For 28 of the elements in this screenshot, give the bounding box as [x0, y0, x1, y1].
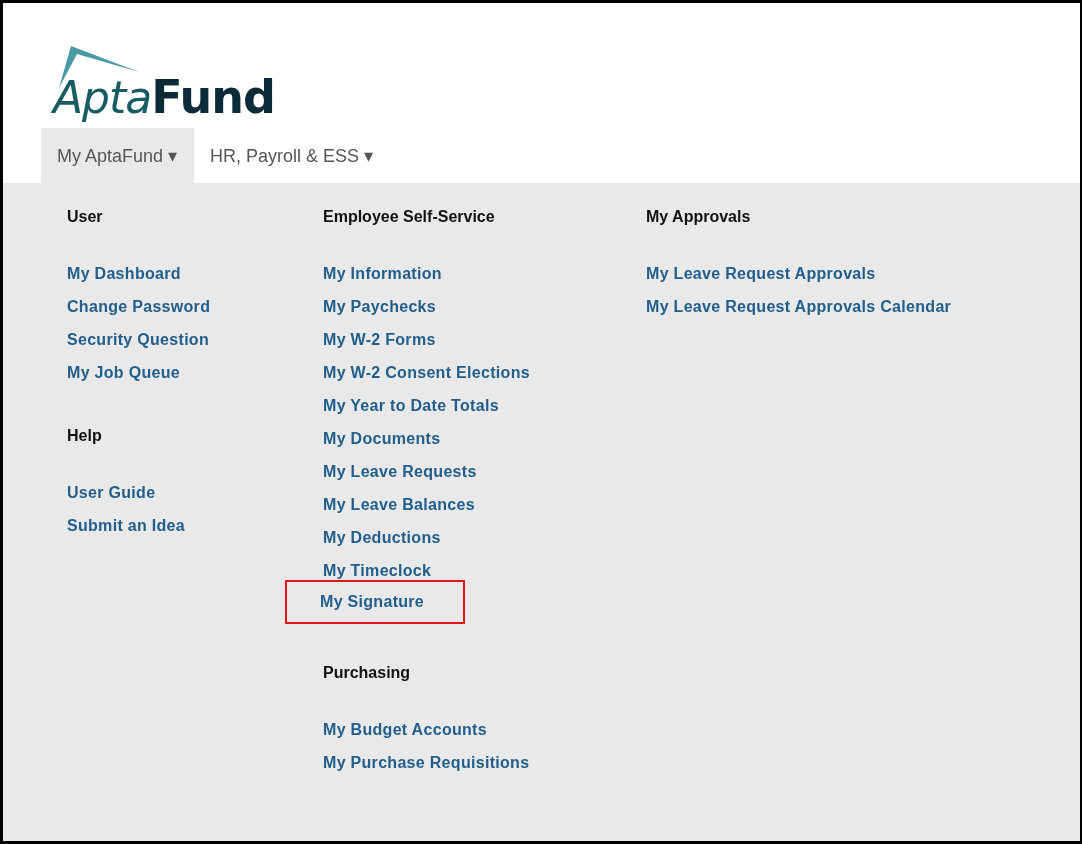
menu-link[interactable]: Security Question: [62, 321, 212, 354]
logo: AptaFund: [53, 50, 289, 120]
menu-link[interactable]: My Leave Balances: [318, 486, 477, 519]
menu-link[interactable]: My Dashboard: [62, 255, 183, 288]
section-heading: User: [66, 207, 103, 227]
menu-link[interactable]: My W-2 Forms: [318, 321, 438, 354]
section-heading: Employee Self-Service: [322, 207, 495, 227]
menu-link[interactable]: My Paychecks: [318, 288, 438, 321]
menu-link[interactable]: My Purchase Requisitions: [318, 744, 532, 777]
section-heading: Purchasing: [322, 663, 411, 683]
menu-link[interactable]: My Leave Request Approvals: [641, 255, 878, 288]
menu-link[interactable]: My Budget Accounts: [318, 711, 489, 744]
menu-link[interactable]: My Information: [318, 255, 444, 288]
menu-link[interactable]: My Job Queue: [62, 354, 182, 387]
menu-link[interactable]: User Guide: [62, 474, 158, 507]
menu-tab[interactable]: HR, Payroll & ESS ▾: [194, 128, 391, 183]
menu-link[interactable]: My W-2 Consent Elections: [318, 354, 532, 387]
menu-link[interactable]: My Signature: [285, 580, 465, 624]
menu-link[interactable]: Change Password: [62, 288, 213, 321]
menu-link[interactable]: My Leave Requests: [318, 453, 479, 486]
menu-link[interactable]: Submit an Idea: [62, 507, 187, 540]
section-heading: Help: [66, 426, 102, 446]
menu-link[interactable]: My Deductions: [318, 519, 443, 552]
menu-tab[interactable]: My AptaFund ▾: [41, 128, 195, 183]
section-heading: My Approvals: [645, 207, 751, 227]
menu-link[interactable]: My Leave Request Approvals Calendar: [641, 288, 954, 321]
menu-link[interactable]: My Year to Date Totals: [318, 387, 501, 420]
menu-link[interactable]: My Documents: [318, 420, 443, 453]
